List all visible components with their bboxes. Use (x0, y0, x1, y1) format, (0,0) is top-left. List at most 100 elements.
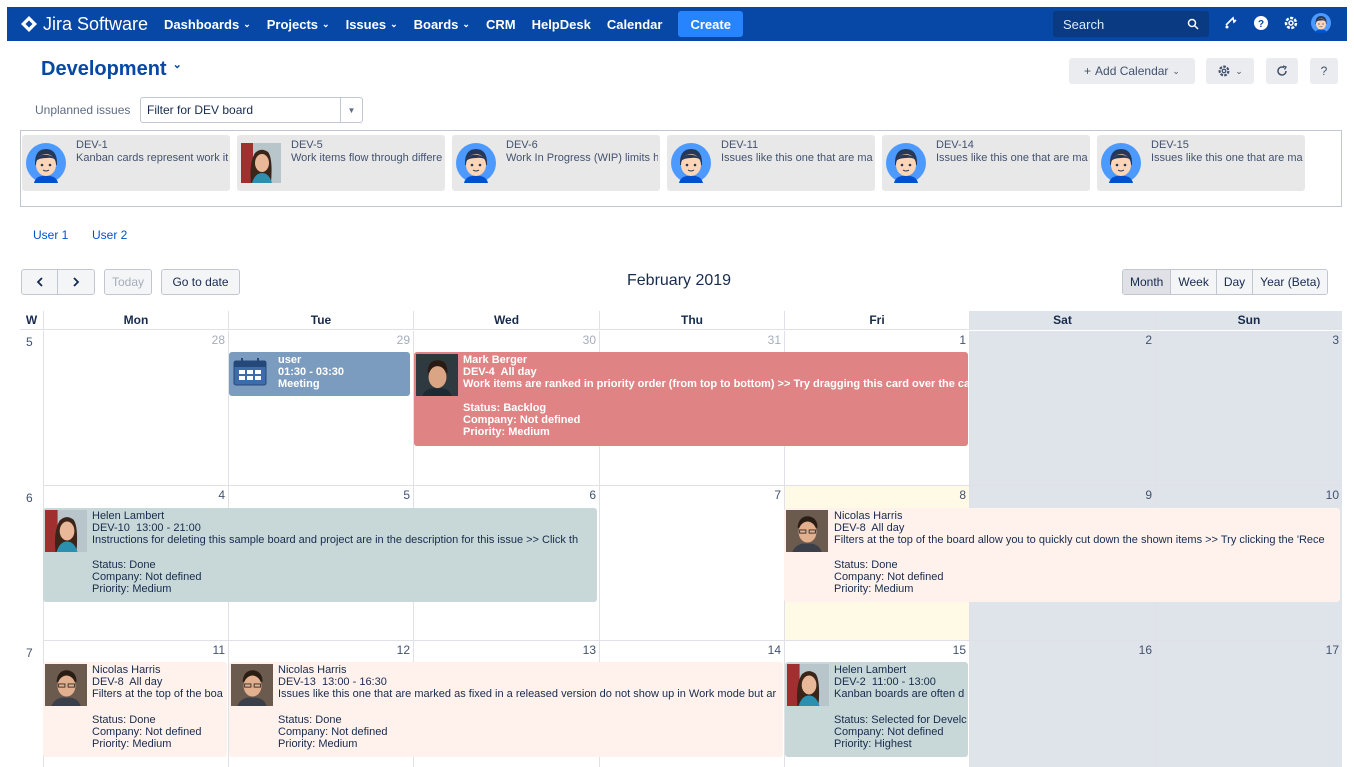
day-number: 1 (959, 333, 966, 347)
avatar (231, 664, 273, 706)
day-number: 5 (403, 488, 410, 502)
event-priority: Priority: Highest (834, 738, 912, 750)
go-to-date-button[interactable]: Go to date (161, 269, 240, 295)
day-header-thu: Thu (599, 311, 784, 330)
day-number: 7 (774, 488, 781, 502)
unplanned-card[interactable]: DEV-1 Kanban cards represent work ite (22, 135, 230, 191)
event-title: Meeting (278, 378, 320, 390)
refresh-button[interactable] (1266, 58, 1298, 84)
unplanned-card[interactable]: DEV-6 Work In Progress (WIP) limits hi (452, 135, 660, 191)
nav-issues[interactable]: Issues ⌄ (346, 17, 398, 32)
issue-key: DEV-11 (721, 139, 759, 151)
nav-projects[interactable]: Projects ⌄ (267, 17, 330, 32)
day-cell[interactable]: 2 (969, 331, 1155, 486)
today-button[interactable]: Today (104, 269, 152, 295)
nav-helpdesk[interactable]: HelpDesk (532, 17, 591, 32)
nav-boards[interactable]: Boards ⌄ (414, 17, 470, 32)
day-number: 28 (211, 333, 225, 347)
chevron-left-icon (36, 277, 43, 287)
avatar (241, 143, 281, 183)
day-number: 12 (396, 643, 410, 657)
plus-icon: + (1084, 64, 1092, 78)
issue-key: DEV-15 (1151, 139, 1189, 151)
user-filter-user-2[interactable]: User 2 (92, 228, 127, 242)
help-icon[interactable]: ? (1251, 13, 1271, 33)
user-filter-user-1[interactable]: User 1 (33, 228, 68, 242)
day-cell[interactable]: 17 (1155, 641, 1342, 767)
day-header-mon: Mon (43, 311, 228, 330)
avatar (416, 354, 458, 396)
day-number: 11 (212, 643, 225, 657)
calendar-settings-button[interactable]: ⌄ (1206, 58, 1254, 84)
event-key-time: DEV-8 All day (92, 676, 163, 688)
day-header-sat: Sat (969, 311, 1155, 330)
avatar (45, 510, 87, 552)
app-logo[interactable]: Jira Software (21, 14, 148, 35)
issue-summary: Work items flow through differe (291, 152, 443, 164)
chevron-down-icon: ⌄ (1172, 65, 1180, 76)
nav-helpdesk-label: HelpDesk (531, 16, 591, 32)
view-month-button[interactable]: Month (1123, 270, 1171, 294)
event-status: Status: Done (92, 559, 156, 571)
calendar-event-dev-13[interactable]: Nicolas Harris DEV-13 13:00 - 16:30 Issu… (229, 662, 783, 757)
event-assignee: Nicolas Harris (278, 664, 347, 676)
event-priority: Priority: Medium (278, 738, 358, 750)
search-input[interactable]: Search (1053, 11, 1209, 37)
event-summary: Issues like this one that are marked as … (278, 688, 777, 700)
day-cell[interactable]: 16 (969, 641, 1155, 767)
event-company: Company: Not defined (463, 414, 581, 426)
chevron-down-icon: ⌄ (322, 18, 330, 29)
avatar[interactable] (1311, 13, 1331, 33)
event-summary: Filters at the top of the board allow yo… (834, 534, 1325, 546)
help-button[interactable]: ? (1310, 58, 1338, 84)
event-summary: Instructions for deleting this sample bo… (92, 534, 579, 546)
day-cell[interactable]: 3 (1155, 331, 1342, 486)
calendar-event-dev-2[interactable]: Helen Lambert DEV-2 11:00 - 13:00 Kanban… (785, 662, 968, 757)
unplanned-filter-select[interactable]: Filter for DEV board ▼ (140, 97, 363, 123)
calendar-event-dev-8[interactable]: Nicolas Harris DEV-8 All day Filters at … (784, 508, 1340, 602)
month-calendar: W Mon Tue Wed Thu Fri Sat Sun 5 28 29 30… (20, 311, 1342, 767)
month-title: February 2019 (627, 272, 732, 289)
event-time: 01:30 - 03:30 (278, 366, 345, 378)
view-year-button[interactable]: Year (Beta) (1252, 270, 1328, 294)
event-key-time: DEV-2 11:00 - 13:00 (834, 676, 936, 688)
search-placeholder: Search (1063, 16, 1105, 32)
event-priority: Priority: Medium (92, 738, 172, 750)
day-cell[interactable]: 28 (43, 331, 228, 486)
calendar-event-dev-8[interactable]: Nicolas Harris DEV-8 All day Filters at … (43, 662, 227, 757)
day-number: 29 (396, 333, 410, 347)
issue-key: DEV-5 (291, 139, 323, 151)
day-number: 2 (1145, 333, 1152, 347)
nav-dashboards-label: Dashboards (164, 16, 240, 32)
notifications-icon[interactable] (1221, 13, 1241, 33)
calendar-event-dev-10[interactable]: Helen Lambert DEV-10 13:00 - 21:00 Instr… (43, 508, 597, 602)
calendar-event-dev-4[interactable]: Mark Berger DEV-4 All day Work items are… (414, 352, 968, 446)
nav-calendar[interactable]: Calendar (607, 17, 663, 32)
event-status: Status: Selected for Develc (834, 714, 967, 726)
view-day-button[interactable]: Day (1215, 270, 1253, 294)
create-button[interactable]: Create (678, 11, 743, 37)
avatar (45, 664, 87, 706)
top-navigation: Jira Software Dashboards ⌄ Projects ⌄ Issu… (7, 7, 1347, 41)
nav-dashboards[interactable]: Dashboards ⌄ (164, 17, 251, 32)
unplanned-issues-label: Unplanned issues (35, 103, 131, 117)
view-week-button[interactable]: Week (1170, 270, 1216, 294)
nav-crm-label: CRM (485, 16, 516, 32)
view-switcher: Month Week Day Year (Beta) (1122, 269, 1329, 295)
settings-icon[interactable] (1281, 13, 1301, 33)
calendar-event-meeting[interactable]: user 01:30 - 03:30 Meeting (229, 352, 410, 396)
unplanned-card[interactable]: DEV-14 Issues like this one that are mar… (882, 135, 1090, 191)
previous-button[interactable] (21, 269, 58, 295)
unplanned-card[interactable]: DEV-5 Work items flow through differe (237, 135, 445, 191)
unplanned-card[interactable]: DEV-15 Issues like this one that are mar… (1097, 135, 1305, 191)
event-status: Status: Done (278, 714, 342, 726)
nav-boards-label: Boards (413, 16, 459, 32)
add-calendar-button[interactable]: + Add Calendar ⌄ (1069, 58, 1195, 84)
page-title[interactable]: Development ⌄ (41, 58, 182, 81)
week-number: 7 (26, 646, 33, 660)
unplanned-card[interactable]: DEV-11 Issues like this one that are mar… (667, 135, 875, 191)
day-number: 16 (1138, 643, 1152, 657)
nav-crm[interactable]: CRM (486, 17, 516, 32)
next-button[interactable] (57, 269, 95, 295)
day-cell[interactable]: 7 (599, 486, 784, 641)
